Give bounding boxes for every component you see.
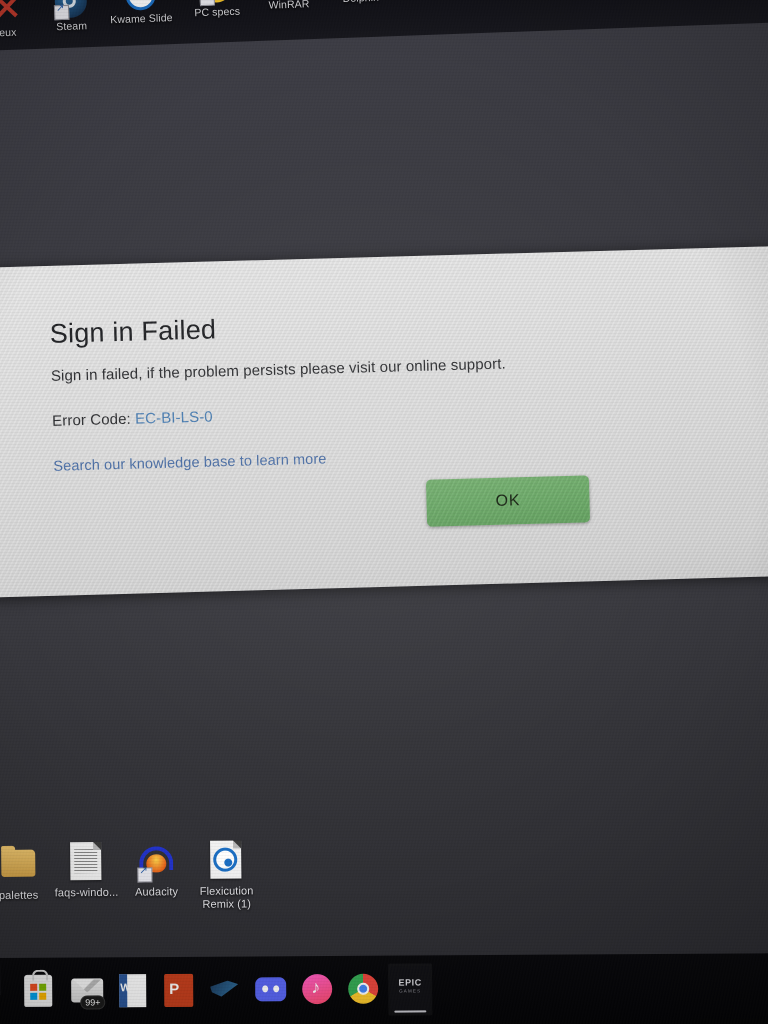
taskbar-item-epic-games[interactable]: EPIC GAMES xyxy=(388,963,433,1016)
windows-taskbar[interactable]: 99+ EPIC GAMES xyxy=(0,953,768,1024)
audio-document-icon xyxy=(205,837,247,881)
ok-button[interactable]: OK xyxy=(425,475,591,527)
desktop-icon-kwame-slide[interactable]: Kwame Slide xyxy=(103,0,179,27)
sign-in-failed-dialog: Sign in Failed Sign in failed, if the pr… xyxy=(0,245,768,598)
desktop-icon-label: Kwame Slide xyxy=(110,12,173,27)
desktop-icon-label: PC specs xyxy=(194,5,241,20)
folder-icon xyxy=(0,842,40,886)
epic-logo-subtext: GAMES xyxy=(399,988,422,994)
taskbar-item-word[interactable] xyxy=(116,973,150,1008)
knowledge-base-link[interactable]: Search our knowledge base to learn more xyxy=(53,451,326,474)
audacity-icon xyxy=(135,838,177,883)
desktop-icon-pc-specs[interactable]: PC specs xyxy=(179,0,255,20)
desktop-icon-label: WinRAR xyxy=(268,0,310,12)
desktop-icon-label: Audacity xyxy=(135,886,179,899)
desktop-bottom-icon-row: palettes faqs-windo... Audacity Flexicut… xyxy=(0,830,768,948)
taskbar-item-microsoft-store[interactable] xyxy=(22,974,56,1008)
desktop-icon-label: faqs-windo... xyxy=(54,886,119,900)
desktop-icon-label: Steam xyxy=(56,20,88,34)
desktop-icon-label: Flexicution Remix (1) xyxy=(199,885,254,911)
red-x-icon xyxy=(0,0,25,27)
taskbar-item-steam[interactable] xyxy=(208,973,242,1007)
document-icon xyxy=(65,839,107,883)
error-code-label: Error Code: xyxy=(51,410,132,430)
error-code-row: Error Code: EC-BI-LS-0 xyxy=(51,394,742,430)
epic-logo-text: EPIC xyxy=(398,977,422,988)
taskbar-item-itunes[interactable] xyxy=(300,972,334,1006)
steam-icon xyxy=(53,0,88,21)
desktop-icon-winrar[interactable]: WinRAR xyxy=(251,0,327,12)
error-code-value: EC-BI-LS-0 xyxy=(134,408,213,428)
dialog-title: Sign in Failed xyxy=(49,314,217,349)
desktop-icon-dolphin[interactable]: Dolphin xyxy=(322,0,398,6)
desktop-icon-audacity[interactable]: Audacity xyxy=(116,838,197,900)
desktop-icon-faqs-window[interactable]: faqs-windo... xyxy=(46,839,127,901)
dialog-button-row: OK xyxy=(54,467,745,546)
taskbar-item-powerpoint[interactable] xyxy=(162,973,196,1007)
taskbar-item-discord[interactable] xyxy=(254,972,288,1006)
disc-icon xyxy=(123,0,158,13)
monitor-photo: eux Steam Kwame Slide PC specs xyxy=(0,0,768,1024)
taskbar-item-mail[interactable]: 99+ xyxy=(70,973,106,1010)
mail-unread-badge: 99+ xyxy=(80,995,106,1010)
dialog-description: Sign in failed, if the problem persists … xyxy=(50,355,506,385)
taskbar-item-chrome[interactable] xyxy=(346,972,380,1006)
desktop-icon-steam[interactable]: Steam xyxy=(33,0,109,34)
desktop-icon-label: Dolphin xyxy=(324,0,398,6)
desktop-icon-flexicution-remix[interactable]: Flexicution Remix (1) xyxy=(186,837,267,912)
